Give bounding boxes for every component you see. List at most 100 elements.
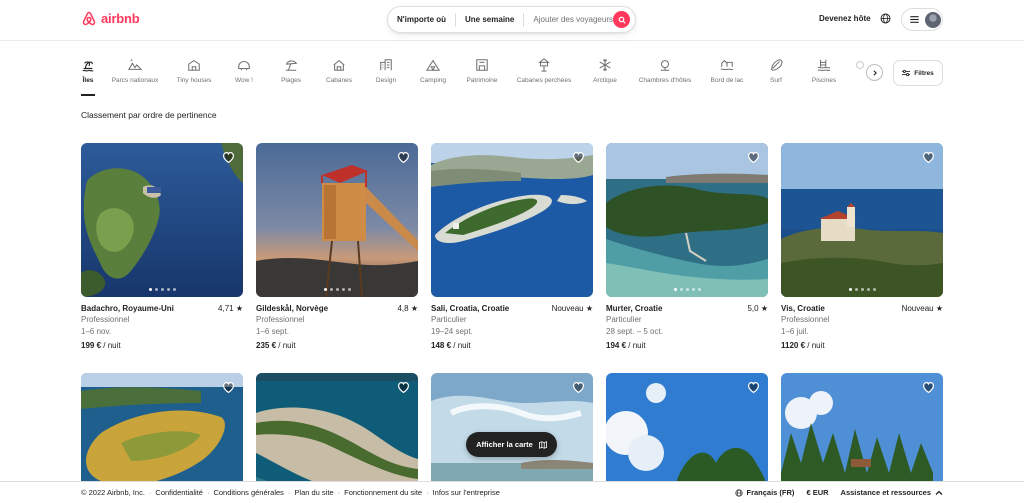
listing-title: Sali, Croatia, Croatie <box>431 304 510 313</box>
footer-link-privacy[interactable]: Confidentialité <box>155 488 203 497</box>
category-cabins[interactable]: Cabanes <box>325 52 353 92</box>
listing-photo[interactable] <box>781 143 943 297</box>
listing-photo[interactable] <box>256 143 418 297</box>
surf-icon <box>771 59 783 71</box>
favorite-heart-icon[interactable] <box>747 151 760 164</box>
listing-card[interactable]: Vis, Croatie Nouveau ★ Professionnel 1–6 … <box>781 143 943 350</box>
carousel-dots <box>256 288 418 291</box>
category-pools[interactable]: Piscines <box>811 52 837 92</box>
category-design[interactable]: Design <box>375 52 397 92</box>
search-when[interactable]: Une semaine <box>456 14 523 26</box>
listing-host-type: Professionnel <box>781 315 830 324</box>
help-resources-button[interactable]: Assistance et ressources <box>841 488 943 497</box>
category-label: Cabanes perchées <box>516 77 572 84</box>
carousel-dots <box>81 288 243 291</box>
avatar <box>925 11 941 28</box>
listing-host-type: Particulier <box>606 315 642 324</box>
favorite-heart-icon[interactable] <box>922 381 935 394</box>
category-treehouses[interactable]: Cabanes perchées <box>516 52 572 92</box>
category-tiny-houses[interactable]: Tiny houses <box>176 52 212 92</box>
carousel-dots <box>606 288 768 291</box>
listing-rating: 4,71 ★ <box>218 304 243 313</box>
favorite-heart-icon[interactable] <box>397 151 410 164</box>
favorite-heart-icon[interactable] <box>922 151 935 164</box>
listing-image <box>256 143 418 297</box>
category-label: Camping <box>419 77 446 84</box>
price-unit: / nuit <box>805 341 825 350</box>
listing-photo[interactable] <box>606 143 768 297</box>
category-lakefront[interactable]: Bord de lac <box>709 52 745 92</box>
listing-card[interactable]: Sali, Croatia, Croatie Nouveau ★ Particul… <box>431 143 593 350</box>
search-where[interactable]: N'importe où <box>388 14 455 26</box>
treehouse-icon <box>538 58 550 72</box>
category-camping[interactable]: Camping <box>419 52 447 92</box>
separator: · <box>148 488 152 497</box>
footer-link-terms[interactable]: Conditions générales <box>213 488 283 497</box>
price-value: 1120 € <box>781 341 806 350</box>
favorite-heart-icon[interactable] <box>572 151 585 164</box>
category-arctic[interactable]: Arctique <box>592 52 618 92</box>
lake-icon <box>720 59 734 71</box>
show-map-label: Afficher la carte <box>476 440 533 449</box>
category-bed-breakfast[interactable]: Chambres d'hôtes <box>637 52 693 92</box>
category-next-button[interactable] <box>866 64 883 81</box>
search-who[interactable]: Ajouter des voyageurs <box>524 14 622 26</box>
search-button[interactable] <box>613 11 630 28</box>
carousel-dots <box>781 288 943 291</box>
heritage-icon <box>476 59 488 71</box>
favorite-heart-icon[interactable] <box>572 381 585 394</box>
footer-link-sitemap[interactable]: Plan du site <box>294 488 333 497</box>
listing-image <box>81 143 243 297</box>
listing-card[interactable]: Gildeskål, Norvège 4,8 ★ Professionnel 1–… <box>256 143 418 350</box>
show-map-button[interactable]: Afficher la carte <box>466 432 557 457</box>
footer: © 2022 Airbnb, Inc. · Confidentialité · … <box>0 481 1024 503</box>
globe-icon[interactable] <box>880 13 891 24</box>
favorite-heart-icon[interactable] <box>747 381 760 394</box>
search-icon <box>618 16 626 24</box>
favorite-heart-icon[interactable] <box>397 381 410 394</box>
price-unit: / nuit <box>276 341 296 350</box>
listing-price: 1120 € / nuit <box>781 341 943 350</box>
become-host-link[interactable]: Devenez hôte <box>819 14 871 23</box>
airbnb-logo-icon <box>82 11 96 26</box>
listing-photo[interactable] <box>431 143 593 297</box>
listing-price: 194 € / nuit <box>606 341 768 350</box>
listing-title: Badachro, Royaume-Uni <box>81 304 174 313</box>
category-beach[interactable]: Plages <box>280 52 302 92</box>
chevron-right-icon <box>872 69 877 76</box>
footer-link-company[interactable]: Infos sur l'entreprise <box>433 488 500 497</box>
category-islands[interactable]: Îles <box>81 52 95 96</box>
favorite-heart-icon[interactable] <box>222 151 235 164</box>
filters-button[interactable]: Filtres <box>893 60 943 86</box>
category-national-parks[interactable]: Parcs nationaux <box>110 52 160 92</box>
listing-photo[interactable] <box>81 143 243 297</box>
category-label: Cabanes <box>325 77 353 84</box>
price-unit: / nuit <box>451 341 471 350</box>
wow-icon <box>238 60 250 71</box>
hamburger-icon <box>910 16 919 23</box>
airbnb-logo[interactable]: airbnb <box>81 10 140 27</box>
listing-card[interactable]: Murter, Croatie 5,0 ★ Particulier 28 sept… <box>606 143 768 350</box>
footer-link-how-it-works[interactable]: Fonctionnement du site <box>344 488 422 497</box>
pool-icon <box>817 59 831 72</box>
category-label: Plages <box>281 77 301 84</box>
listing-dates: 19–24 sept. <box>431 327 473 336</box>
listing-image <box>781 143 943 297</box>
category-heritage[interactable]: Patrimoine <box>465 52 499 92</box>
user-menu-button[interactable] <box>901 8 943 31</box>
favorite-heart-icon[interactable] <box>222 381 235 394</box>
category-label: Patrimoine <box>466 77 498 84</box>
category-wow[interactable]: Wow ! <box>234 52 254 92</box>
category-label: Surf <box>770 77 782 84</box>
bed-breakfast-icon <box>660 60 670 71</box>
category-label: Wow ! <box>235 77 253 84</box>
language-selector[interactable]: Français (FR) <box>734 488 794 497</box>
category-surf[interactable]: Surf <box>768 52 784 92</box>
listing-price: 235 € / nuit <box>256 341 418 350</box>
currency-selector[interactable]: € EUR <box>806 488 828 497</box>
listing-rating: 4,8 ★ <box>397 304 418 313</box>
listing-card[interactable]: Badachro, Royaume-Uni 4,71 ★ Professionne… <box>81 143 243 350</box>
price-value: 199 € <box>81 341 102 350</box>
search-bar[interactable]: N'importe où Une semaine Ajouter des voy… <box>387 6 636 33</box>
listing-dates: 1–6 nov. <box>81 327 112 336</box>
